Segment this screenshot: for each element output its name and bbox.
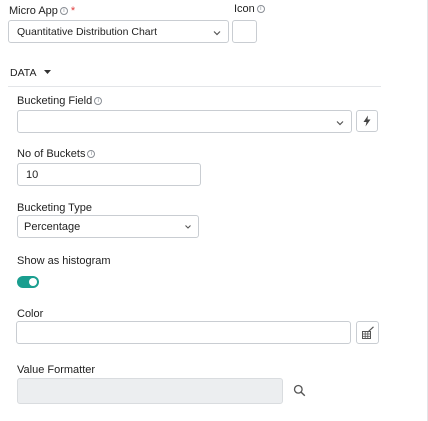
toggle-knob [29, 278, 37, 286]
bucketing-type-select[interactable]: Percentage [17, 215, 199, 238]
no-of-buckets-input[interactable]: 10 [17, 163, 201, 186]
bucketing-type-value: Percentage [24, 221, 81, 233]
no-of-buckets-label: No of Buckets i [17, 148, 96, 160]
value-formatter-label: Value Formatter [17, 364, 96, 376]
no-of-buckets-value: 10 [26, 169, 39, 181]
search-icon[interactable] [293, 384, 306, 397]
micro-app-select[interactable]: Quantitative Distribution Chart [8, 20, 229, 43]
histogram-label: Show as histogram [17, 255, 111, 267]
chevron-down-icon [185, 225, 191, 229]
histogram-toggle[interactable] [17, 276, 39, 288]
color-picker-icon [361, 325, 374, 339]
micro-app-value: Quantitative Distribution Chart [17, 26, 158, 38]
required-mark: * [70, 5, 76, 17]
info-icon: i [256, 5, 265, 13]
properties-panel: Micro App i * Quantitative Distribution Ch… [0, 0, 428, 421]
icon-label: Icon i [234, 3, 265, 15]
bucketing-type-label: Bucketing Type [17, 202, 93, 214]
lightning-icon [363, 115, 371, 127]
chevron-down-icon [213, 31, 221, 36]
color-input[interactable] [16, 321, 351, 344]
info-icon: i [59, 7, 68, 15]
icon-picker[interactable] [232, 20, 257, 43]
info-icon: i [94, 97, 103, 105]
chevron-down-icon [336, 121, 344, 126]
section-divider [8, 86, 381, 87]
lightning-button[interactable] [356, 110, 378, 132]
bucketing-field-select[interactable] [17, 110, 352, 133]
data-section-toggle[interactable]: DATA [10, 67, 51, 79]
color-picker-button[interactable] [356, 321, 379, 344]
micro-app-label: Micro App i * [9, 5, 76, 17]
info-icon: i [87, 150, 96, 158]
caret-down-icon [44, 70, 51, 74]
value-formatter-input [17, 378, 283, 404]
bucketing-field-label: Bucketing Field i [17, 95, 103, 107]
color-label: Color [17, 308, 44, 320]
